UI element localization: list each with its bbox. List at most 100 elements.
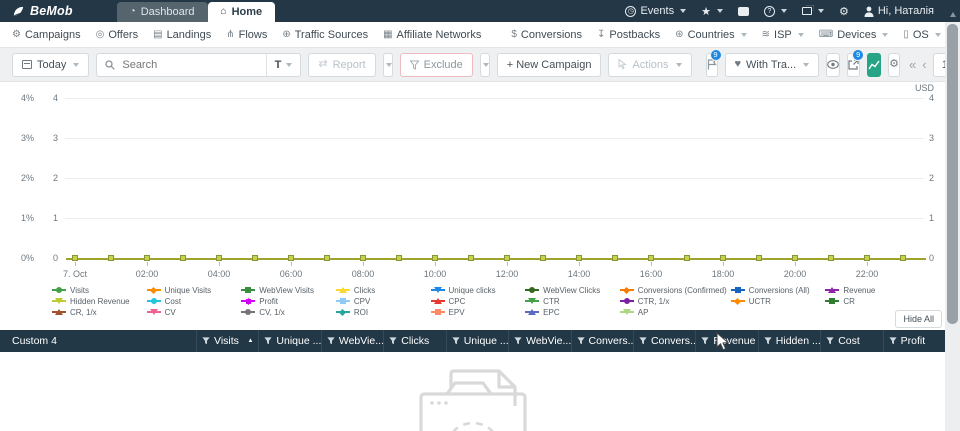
chart-gridline [65, 138, 924, 139]
legend-item-cv[interactable]: CV [147, 307, 238, 317]
nav-item-flows[interactable]: ⋔Flows [226, 29, 267, 41]
legend-item-unique-clicks[interactable]: Unique clicks [431, 285, 522, 295]
column-header-webvie[interactable]: WebVie... [508, 330, 570, 352]
chart-data-marker [432, 255, 438, 261]
first-page-button[interactable]: « [909, 57, 916, 72]
exclude-button[interactable]: Exclude [400, 53, 473, 77]
column-header-revenue[interactable]: Revenue▲ [695, 330, 757, 352]
flag-filter-button[interactable]: 9 [706, 53, 718, 77]
nav-item-landings[interactable]: ▤Landings [153, 29, 211, 41]
legend-item-ctr[interactable]: CTR [525, 296, 616, 306]
column-header-convers[interactable]: Convers... [633, 330, 695, 352]
legend-item-conversions-all[interactable]: Conversions (All) [731, 285, 822, 295]
chart-toggle-button[interactable] [867, 53, 881, 77]
date-range-button[interactable]: Today [12, 53, 89, 77]
nav-item-affiliate-networks[interactable]: ▦Affiliate Networks [383, 29, 481, 41]
scrollbar-thumb[interactable] [947, 24, 958, 324]
share-report-button[interactable]: 9 [847, 53, 860, 77]
nav-item-conversions[interactable]: $Conversions [511, 29, 582, 41]
column-header-profit[interactable]: Profit [883, 330, 945, 352]
nav-item-countries[interactable]: ⊛Countries [675, 29, 746, 41]
legend-item-cr[interactable]: CR [825, 296, 916, 306]
legend-item-conversions-confirmed[interactable]: Conversions (Confirmed) [620, 285, 727, 295]
legend-item-epv[interactable]: EPV [431, 307, 522, 317]
legend-item-webview-visits[interactable]: WebView Visits [241, 285, 332, 295]
x-axis-tick [507, 262, 508, 266]
nav-item-campaigns[interactable]: ⚙Campaigns [12, 29, 81, 41]
table-settings-button[interactable]: ⚙ [888, 53, 900, 77]
columns-visibility-button[interactable] [826, 53, 840, 77]
legend-marker [525, 308, 539, 316]
column-header-unique[interactable]: Unique ... [258, 330, 320, 352]
legend-item-cpv[interactable]: CPV [336, 296, 427, 306]
legend-item-epc[interactable]: EPC [525, 307, 616, 317]
exclude-dropdown-button[interactable] [480, 53, 490, 77]
scroll-up-arrow-icon[interactable] [950, 12, 956, 17]
column-header-convers[interactable]: Convers... [571, 330, 633, 352]
column-label: Profit [901, 335, 926, 347]
legend-marker [147, 297, 161, 305]
column-header-visits[interactable]: Visits▲ [196, 330, 258, 352]
report-dropdown-button[interactable] [383, 53, 393, 77]
legend-item-ctr-1-x[interactable]: CTR, 1/x [620, 296, 727, 306]
search-input[interactable] [120, 58, 265, 72]
nav-item-label: Flows [239, 29, 268, 41]
settings-button[interactable]: ⚙ [839, 5, 849, 18]
legend-item-cost[interactable]: Cost [147, 296, 238, 306]
events-menu[interactable]: ◷ Events [625, 5, 686, 17]
column-header-webvie[interactable]: WebVie... [321, 330, 383, 352]
legend-label: EPV [449, 308, 465, 317]
nav-item-traffic-sources[interactable]: ⊕Traffic Sources [282, 29, 368, 41]
legend-marker [52, 308, 66, 316]
legend-item-clicks[interactable]: Clicks [336, 285, 427, 295]
nav-item-postbacks[interactable]: ↧Postbacks [597, 29, 660, 41]
column-header-hidden[interactable]: Hidden ... [758, 330, 820, 352]
bemob-logo[interactable]: BeMob [0, 0, 83, 22]
landings-icon: ▤ [153, 30, 162, 40]
help-menu[interactable]: ? [764, 6, 787, 17]
with-traffic-dropdown[interactable]: ♥ With Tra... [725, 53, 820, 77]
user-menu[interactable]: Hi, Наталія [864, 5, 934, 17]
chart-data-marker [468, 255, 474, 261]
hide-all-button[interactable]: Hide All [895, 310, 942, 328]
chat-button[interactable] [738, 7, 749, 16]
tab-dashboard[interactable]: ◔ Dashboard [117, 2, 208, 22]
x-axis-tick [795, 262, 796, 266]
report-table-header: Custom 4 Visits▲Unique ...WebVie...Click… [0, 330, 945, 352]
nav-item-offers[interactable]: ◎Offers [96, 29, 139, 41]
legend-item-unique-visits[interactable]: Unique Visits [147, 285, 238, 295]
chevron-down-icon [741, 33, 747, 37]
top-bar: BeMob ◔ Dashboard ⌂ Home ◷ Events ★ ? [0, 0, 960, 22]
legend-item-cr-1-x[interactable]: CR, 1/x [52, 307, 143, 317]
actions-button[interactable]: Actions [608, 53, 691, 77]
legend-marker [147, 286, 161, 294]
legend-item-visits[interactable]: Visits [52, 285, 143, 295]
new-campaign-button[interactable]: + New Campaign [497, 53, 602, 77]
legend-item-revenue[interactable]: Revenue [825, 285, 916, 295]
report-button[interactable]: ⇄ Report [308, 53, 375, 77]
tab-home[interactable]: ⌂ Home [208, 2, 276, 22]
legend-item-roi[interactable]: ROI [336, 307, 427, 317]
nav-item-devices[interactable]: ⌨Devices [819, 29, 889, 41]
nav-item-os[interactable]: ▯OS [903, 29, 940, 41]
column-header-cost[interactable]: Cost [820, 330, 882, 352]
legend-item-cv-1-x[interactable]: CV, 1/x [241, 307, 332, 317]
legend-marker [431, 308, 445, 316]
nav-item-isp[interactable]: ≋ISP [762, 29, 804, 41]
favorites-menu[interactable]: ★ [701, 5, 723, 18]
legend-item-ap[interactable]: AP [620, 307, 727, 317]
legend-item-profit[interactable]: Profit [241, 296, 332, 306]
legend-item-webview-clicks[interactable]: WebView Clicks [525, 285, 616, 295]
column-header-clicks[interactable]: Clicks [383, 330, 445, 352]
billing-menu[interactable] [802, 7, 824, 15]
legend-item-cpc[interactable]: CPC [431, 296, 522, 306]
legend-item-uctr[interactable]: UCTR [731, 296, 822, 306]
prev-page-button[interactable]: ‹ [922, 57, 926, 72]
right-axis-usd-label: 1 [929, 213, 934, 223]
legend-item-hidden-revenue[interactable]: Hidden Revenue [52, 296, 143, 306]
column-header-custom-4[interactable]: Custom 4 [0, 330, 196, 352]
filter-funnel-icon [264, 337, 272, 345]
column-label: Convers... [589, 335, 633, 347]
search-type-dropdown[interactable]: T [266, 54, 301, 76]
column-header-unique[interactable]: Unique ... [446, 330, 508, 352]
